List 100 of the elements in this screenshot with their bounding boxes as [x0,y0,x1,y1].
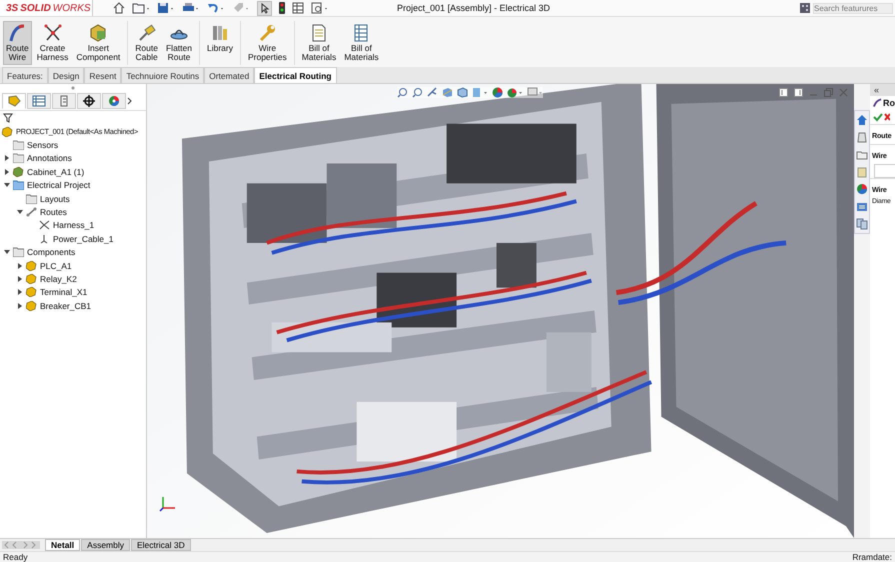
custom-properties-icon[interactable] [856,200,868,213]
ribbon-button[interactable]: Insert Component [73,21,124,65]
ribbon-button[interactable]: Flatten Route [162,21,195,65]
annotation-icon [13,153,24,164]
cable-icon [136,23,157,43]
print-icon[interactable] [182,2,200,14]
ribbon-tab[interactable]: Ortemated [204,67,254,83]
project-icon [13,180,24,190]
solidworks-logo: 3S SOLID WORKS [0,0,93,16]
tree-item[interactable]: Relay_K2 [40,274,77,284]
collapsed-arrow-icon[interactable] [17,262,23,269]
ribbon-tab[interactable]: Design [48,67,84,83]
zoom-icon[interactable] [397,87,408,98]
close-icon[interactable] [884,112,890,122]
undo-icon[interactable] [207,2,225,14]
input-field[interactable] [874,164,895,178]
chevron-right-icon[interactable] [127,97,133,105]
collapsed-arrow-icon[interactable] [17,276,23,282]
documents-icon[interactable] [856,218,868,230]
ribbon-tab[interactable]: Resent [84,67,122,83]
property-list-icon [32,95,46,107]
wrench-icon [257,23,278,43]
crosshair-icon [82,95,96,107]
tree-item[interactable]: Power_Cable_1 [53,234,114,244]
ribbon-button[interactable]: Wire Properties [244,21,290,65]
tree-item[interactable]: Electrical Project [27,180,90,190]
tree-item[interactable]: Cabinet_A1 (1) [27,166,84,177]
harness-icon [42,23,63,43]
panel-title: Ro [883,98,895,108]
ribbon-tab[interactable]: Features: [2,67,48,83]
panel-tab[interactable] [77,93,101,109]
ribbon-button[interactable]: Library [204,21,236,65]
axis-triad-icon [159,494,177,512]
collapsed-arrow-icon[interactable] [4,168,10,175]
collapse-panel-button[interactable]: « [874,85,880,95]
tile-right-icon[interactable] [794,88,803,97]
pointer-icon[interactable] [257,0,272,16]
tree-item[interactable]: Harness_1 [53,220,94,230]
tree-item[interactable]: PLC_A1 [40,260,72,271]
options-icon[interactable] [311,2,329,14]
collapsed-arrow-icon[interactable] [17,289,23,296]
tree-item[interactable]: Terminal_X1 [40,287,88,298]
feature-tree-icon [7,95,21,107]
tile-left-icon[interactable] [779,88,788,97]
search-field[interactable]: Search featurures [813,2,893,14]
scene-icon[interactable] [507,87,523,98]
search-icon [800,3,810,13]
grip-icon[interactable] [71,86,75,90]
window-title: Project_001 [Assembly] - Electrical 3D [397,3,552,13]
collapsed-arrow-icon[interactable] [17,302,23,309]
status-text: Rramdate: [852,552,892,562]
document-tab[interactable]: Netall [45,539,80,551]
cube-icon[interactable] [457,87,468,98]
assembly-icon [2,126,13,137]
folder-icon [26,194,37,204]
tree-item[interactable]: Components [27,247,76,258]
assembly-icon [26,274,37,284]
appearance-icon [107,95,121,107]
tree-item[interactable]: Routes [40,207,67,218]
wire-icon [873,98,882,108]
collapsed-arrow-icon[interactable] [4,155,10,162]
part-icon[interactable] [856,131,868,144]
ribbon-button[interactable]: Create Harness [34,21,72,65]
harness-icon [39,220,50,230]
cable-icon [39,234,50,244]
assembly-icon [26,260,37,271]
checkmark-icon[interactable] [873,112,883,122]
expanded-arrow-icon[interactable] [4,249,10,256]
ribbon-button[interactable]: Route Cable [132,21,161,65]
expanded-arrow-icon[interactable] [4,182,10,188]
section-view-icon[interactable] [442,87,453,98]
monitor-icon[interactable] [527,87,543,98]
assembly-icon [26,287,37,298]
home-icon[interactable] [856,114,868,126]
tree-item[interactable]: Layouts [40,194,70,204]
ribbon-button[interactable]: Route Wire [3,21,32,65]
appearance-icon[interactable] [856,183,868,196]
ribbon-button[interactable]: Bill of Materials [298,21,340,65]
save-icon[interactable] [157,2,175,14]
folder-icon[interactable] [856,148,868,161]
tree-item[interactable]: Annotations [27,153,72,164]
tree-item[interactable]: Sensors [27,140,58,150]
tree-item[interactable]: Breaker_CB1 [40,300,92,311]
filter-icon[interactable] [3,113,13,123]
grid-icon[interactable] [292,2,304,14]
zoom-area-icon[interactable] [412,87,423,98]
ribbon-button[interactable]: Bill of Materials [341,21,382,65]
view-icon[interactable] [427,87,438,98]
ribbon-tab[interactable]: Technuiore Routins [121,67,204,83]
document-tab[interactable]: Electrical 3D [131,539,191,551]
appearance-icon[interactable] [492,87,503,98]
expanded-arrow-icon[interactable] [17,209,23,216]
document-tab[interactable]: Assembly [81,539,130,551]
assembly-icon [26,300,37,311]
ribbon-tab[interactable]: Electrical Routing [254,67,336,83]
folder-icon [13,247,24,258]
traffic-light-icon[interactable] [279,2,285,14]
home-icon[interactable] [113,2,125,14]
sensor-icon [13,140,24,150]
folder-icon[interactable] [132,2,150,14]
